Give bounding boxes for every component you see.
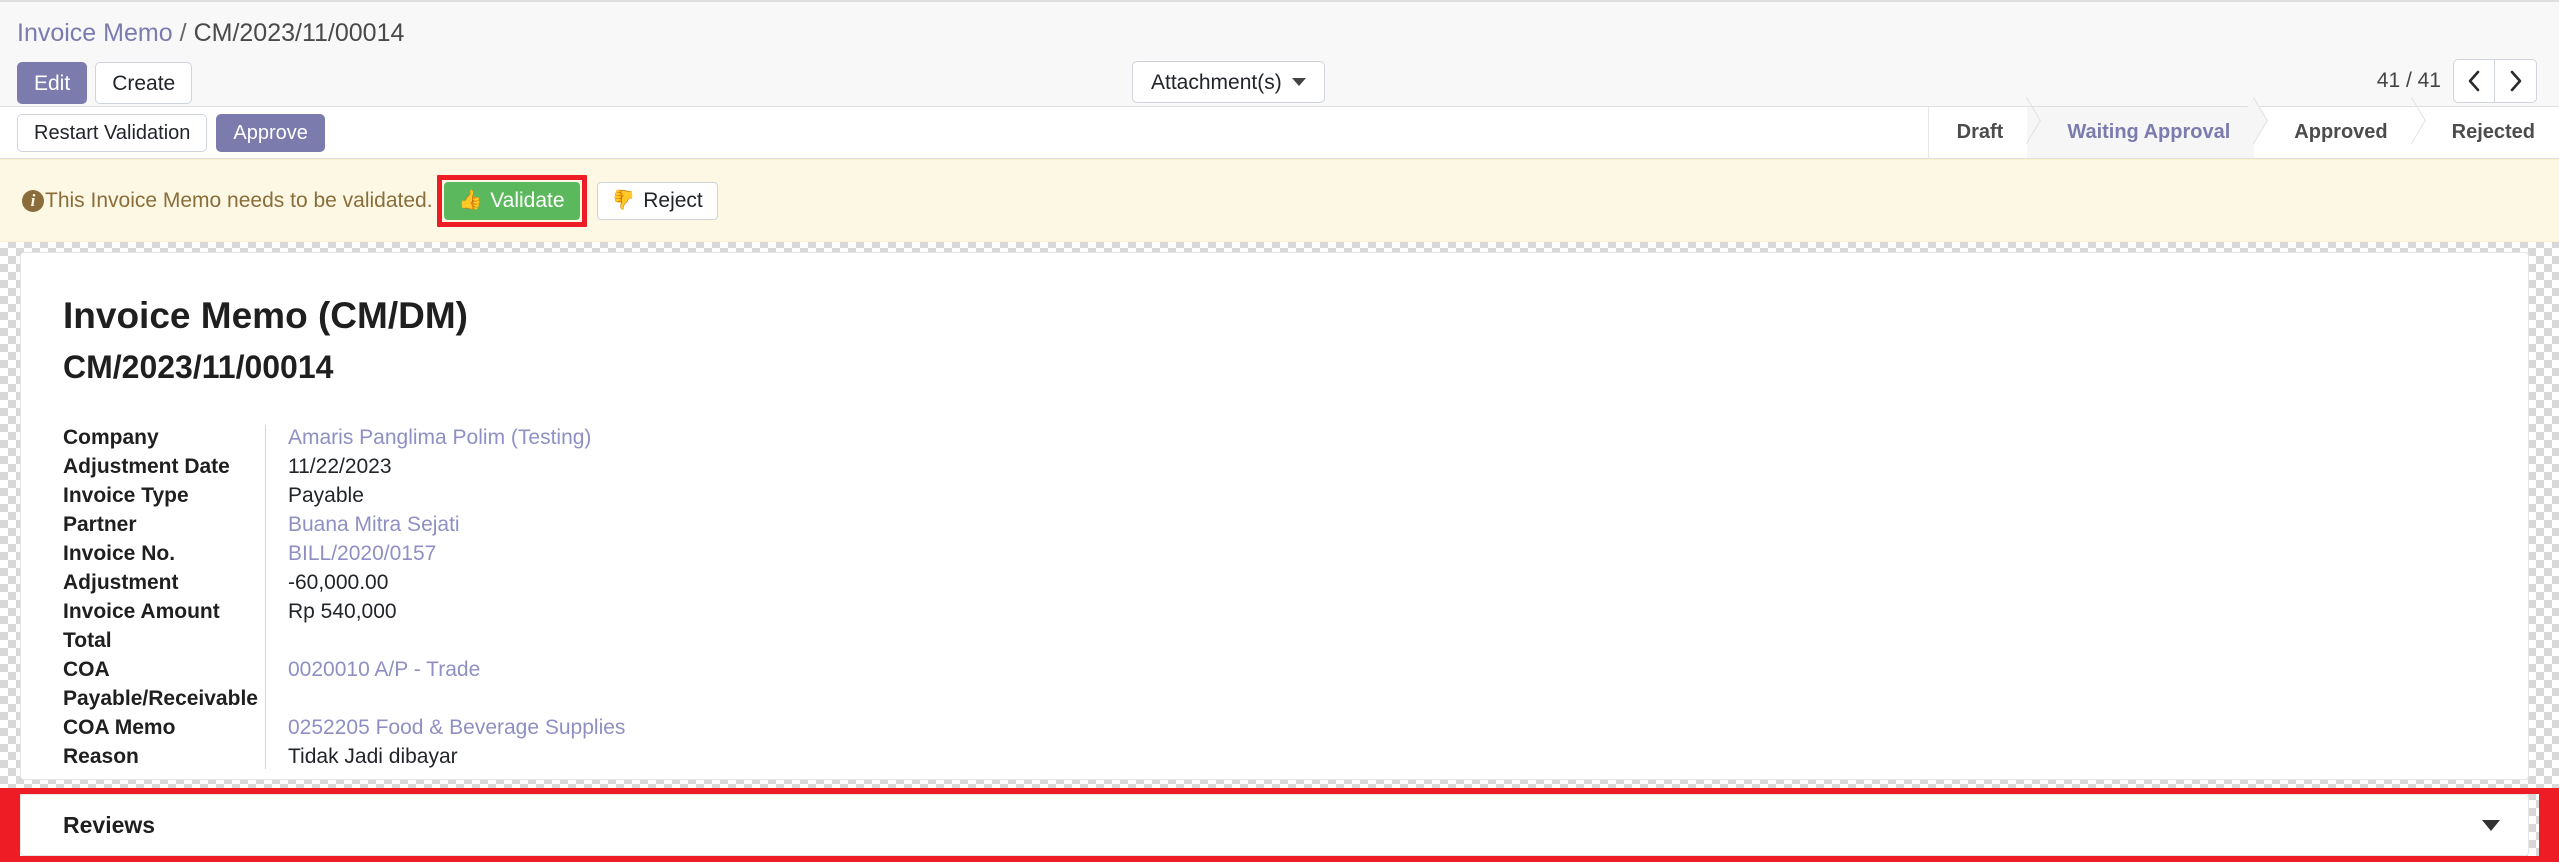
field-row-invoice-amount-total: Invoice Amount Total Rp 540,000 xyxy=(63,597,2486,655)
field-row-invoice-type: Invoice Type Payable xyxy=(63,481,2486,510)
field-column-divider xyxy=(265,424,266,769)
field-value-invoice-amount-total: Rp 540,000 xyxy=(288,599,397,623)
field-label: COA Payable/Receivable xyxy=(63,657,258,710)
attachments-label: Attachment(s) xyxy=(1151,70,1282,94)
breadcrumb-current: CM/2023/11/00014 xyxy=(193,19,405,47)
field-row-reason: Reason Tidak Jadi dibayar xyxy=(63,742,2486,771)
field-label: Invoice Amount Total xyxy=(63,599,220,652)
validate-button[interactable]: 👍 Validate xyxy=(443,181,580,220)
chevron-left-icon xyxy=(2468,70,2480,92)
info-circle-icon: i xyxy=(22,189,44,212)
field-label: Reason xyxy=(63,744,139,768)
field-value-coa-memo[interactable]: 0252205 Food & Beverage Supplies xyxy=(258,713,625,742)
reviews-panel[interactable]: Reviews xyxy=(20,794,2529,856)
statusbar-stage-waiting-approval[interactable]: Waiting Approval xyxy=(2027,107,2255,158)
field-value-company[interactable]: Amaris Panglima Polim (Testing) xyxy=(258,423,591,452)
attachments-dropdown[interactable]: Attachment(s) xyxy=(1132,61,1325,103)
statusbar: Draft Waiting Approval Approved Rejected xyxy=(1927,107,2559,158)
field-value-adjustment: -60,000.00 xyxy=(288,570,389,594)
field-value-invoice-no[interactable]: BILL/2020/0157 xyxy=(258,539,436,568)
field-value-coa-payable-receivable[interactable]: 0020010 A/P - Trade xyxy=(258,655,480,684)
approve-button[interactable]: Approve xyxy=(216,114,325,152)
pager: 41 / 41 xyxy=(2377,59,2537,103)
breadcrumb: Invoice Memo / CM/2023/11/00014 xyxy=(17,18,404,48)
reject-button[interactable]: 👎 Reject xyxy=(596,181,718,220)
record-sheet: Invoice Memo (CM/DM) CM/2023/11/00014 Co… xyxy=(20,252,2529,780)
chevron-right-icon xyxy=(2510,70,2521,92)
control-panel: Invoice Memo / CM/2023/11/00014 Edit Creat… xyxy=(0,0,2559,107)
field-value-partner[interactable]: Buana Mitra Sejati xyxy=(258,510,460,539)
breadcrumb-separator: / xyxy=(179,19,187,47)
statusbar-stage-rejected[interactable]: Rejected xyxy=(2411,107,2559,158)
field-label: Adjustment Date xyxy=(63,454,230,478)
field-value-adjustment-date: 11/22/2023 xyxy=(288,454,392,478)
reviews-highlight-left-edge xyxy=(0,788,20,862)
field-label: Partner xyxy=(63,512,137,536)
record-name: CM/2023/11/00014 xyxy=(63,349,334,386)
edit-button[interactable]: Edit xyxy=(17,62,88,104)
field-row-coa-memo: COA Memo 0252205 Food & Beverage Supplie… xyxy=(63,713,2486,742)
field-list: Company Amaris Panglima Polim (Testing) … xyxy=(63,423,2486,771)
field-label: Adjustment xyxy=(63,570,179,594)
field-value-reason: Tidak Jadi dibayar xyxy=(288,744,458,768)
validate-label: Validate xyxy=(490,189,565,212)
pager-buttons xyxy=(2453,59,2537,103)
caret-down-icon xyxy=(1291,78,1306,86)
thumbs-up-icon: 👍 xyxy=(458,190,483,211)
pager-previous-button[interactable] xyxy=(2453,59,2495,103)
pager-count: 41 / 41 xyxy=(2376,69,2441,92)
field-label: Company xyxy=(63,425,159,449)
thumbs-down-icon: 👎 xyxy=(611,190,636,211)
field-row-adjustment: Adjustment -60,000.00 xyxy=(63,568,2486,597)
field-row-partner: Partner Buana Mitra Sejati xyxy=(63,510,2486,539)
field-row-adjustment-date: Adjustment Date 11/22/2023 xyxy=(63,452,2486,481)
validation-alert: i This Invoice Memo needs to be validate… xyxy=(0,159,2559,242)
field-row-invoice-no: Invoice No. BILL/2020/0157 xyxy=(63,539,2486,568)
field-label: Invoice Type xyxy=(63,483,189,507)
field-row-company: Company Amaris Panglima Polim (Testing) xyxy=(63,423,2486,452)
field-label: COA Memo xyxy=(63,715,176,739)
statusbar-stage-approved[interactable]: Approved xyxy=(2254,107,2412,158)
caret-down-icon[interactable] xyxy=(2482,819,2500,831)
alert-message: This Invoice Memo needs to be validated. xyxy=(45,188,433,212)
page-title: Invoice Memo (CM/DM) xyxy=(63,295,468,336)
restart-validation-button[interactable]: Restart Validation xyxy=(17,114,208,152)
field-row-coa-payable-receivable: COA Payable/Receivable 0020010 A/P - Tra… xyxy=(63,655,2486,713)
reject-label: Reject xyxy=(643,189,703,212)
create-button[interactable]: Create xyxy=(95,62,193,104)
alert-actions: 👍 Validate 👎 Reject xyxy=(436,174,718,227)
form-action-bar: Restart Validation Approve Draft Waiting… xyxy=(0,107,2559,159)
pager-next-button[interactable] xyxy=(2495,59,2537,103)
field-value-invoice-type: Payable xyxy=(288,483,364,507)
breadcrumb-root-link[interactable]: Invoice Memo xyxy=(17,19,173,47)
reviews-highlight-right-edge xyxy=(2539,788,2559,862)
field-label: Invoice No. xyxy=(63,541,176,565)
odoo-form-view: Invoice Memo / CM/2023/11/00014 Edit Creat… xyxy=(0,0,2559,862)
statusbar-stage-draft[interactable]: Draft xyxy=(1928,107,2028,158)
control-panel-buttons: Edit Create xyxy=(17,62,193,104)
reviews-title: Reviews xyxy=(63,811,156,838)
workflow-buttons: Restart Validation Approve xyxy=(17,114,325,152)
validate-highlight-box: 👍 Validate xyxy=(436,174,587,227)
attachments-button[interactable]: Attachment(s) xyxy=(1132,61,1325,103)
